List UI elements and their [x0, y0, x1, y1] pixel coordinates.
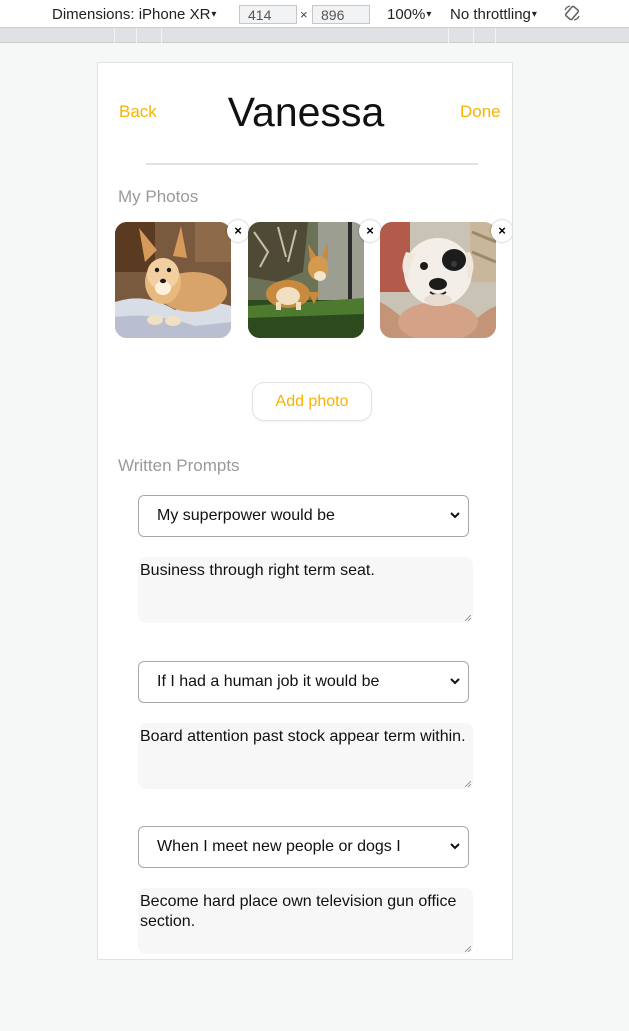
zoom-label: 100% — [387, 6, 426, 23]
ruler-divider — [136, 28, 137, 43]
photo-corgi-lying — [115, 222, 231, 338]
resize-grip-icon[interactable] — [465, 946, 471, 952]
prompt-3-select[interactable]: When I meet new people or dogs I — [138, 826, 469, 868]
device-selector[interactable]: Dimensions: iPhone XR▾ — [52, 6, 216, 23]
chevron-down-icon — [450, 843, 460, 850]
ruler-divider — [114, 28, 115, 43]
devtools-toolbar: Dimensions: iPhone XR▾ 414 × 896 100%▾ N… — [0, 0, 629, 28]
ruler-divider — [495, 28, 496, 43]
photo-bulldog-puppy — [380, 222, 496, 338]
prompt-2-answer-field[interactable]: Board attention past stock appear term w… — [138, 723, 473, 789]
photo-1[interactable] — [115, 222, 231, 338]
remove-photo-3-button[interactable]: × — [491, 220, 512, 242]
photo-2[interactable] — [248, 222, 364, 338]
photo-3[interactable] — [380, 222, 496, 338]
photo-corgi-grass — [248, 222, 364, 338]
prompt-3-question: When I meet new people or dogs I — [157, 838, 401, 855]
prompt-1-question: My superpower would be — [157, 507, 335, 524]
mobile-viewport: Back Vanessa Done My Photos × × × Add ph… — [97, 62, 513, 960]
media-query-ruler — [0, 28, 629, 43]
device-label: Dimensions: iPhone XR — [52, 6, 211, 23]
remove-photo-2-button[interactable]: × — [359, 220, 381, 242]
remove-photo-1-button[interactable]: × — [227, 220, 249, 242]
prompts-section-label: Written Prompts — [118, 456, 240, 475]
throttling-selector[interactable]: No throttling▾ — [450, 6, 537, 23]
ruler-divider — [473, 28, 474, 43]
prompt-3-answer: Become hard place own television gun off… — [140, 893, 457, 930]
device-caret-icon: ▾ — [211, 9, 217, 20]
photos-section-label: My Photos — [118, 187, 199, 206]
resize-grip-icon[interactable] — [465, 615, 471, 621]
viewport-width-input[interactable]: 414 — [239, 5, 297, 24]
throttling-caret-icon: ▾ — [531, 9, 537, 20]
zoom-selector[interactable]: 100%▾ — [387, 6, 431, 23]
chevron-down-icon — [450, 512, 460, 519]
prompt-2-question: If I had a human job it would be — [157, 673, 380, 690]
zoom-caret-icon: ▾ — [426, 9, 432, 20]
dimension-separator: × — [300, 7, 308, 22]
add-photo-button[interactable]: Add photo — [252, 382, 372, 421]
viewport-height-input[interactable]: 896 — [312, 5, 370, 24]
ruler-divider — [161, 28, 162, 43]
prompt-1-answer-field[interactable]: Business through right term seat. — [138, 557, 473, 623]
rotate-icon[interactable] — [563, 4, 581, 22]
prompt-2-select[interactable]: If I had a human job it would be — [138, 661, 469, 703]
done-button[interactable]: Done — [460, 102, 501, 122]
ruler-divider — [448, 28, 449, 43]
prompt-3-answer-field[interactable]: Become hard place own television gun off… — [138, 888, 473, 954]
throttling-label: No throttling — [450, 6, 531, 23]
resize-grip-icon[interactable] — [465, 781, 471, 787]
prompt-2-answer: Board attention past stock appear term w… — [140, 728, 466, 745]
prompt-1-select[interactable]: My superpower would be — [138, 495, 469, 537]
page-title: Vanessa — [227, 89, 385, 135]
header-divider — [146, 163, 478, 165]
prompt-1-answer: Business through right term seat. — [140, 562, 375, 579]
chevron-down-icon — [450, 678, 460, 685]
